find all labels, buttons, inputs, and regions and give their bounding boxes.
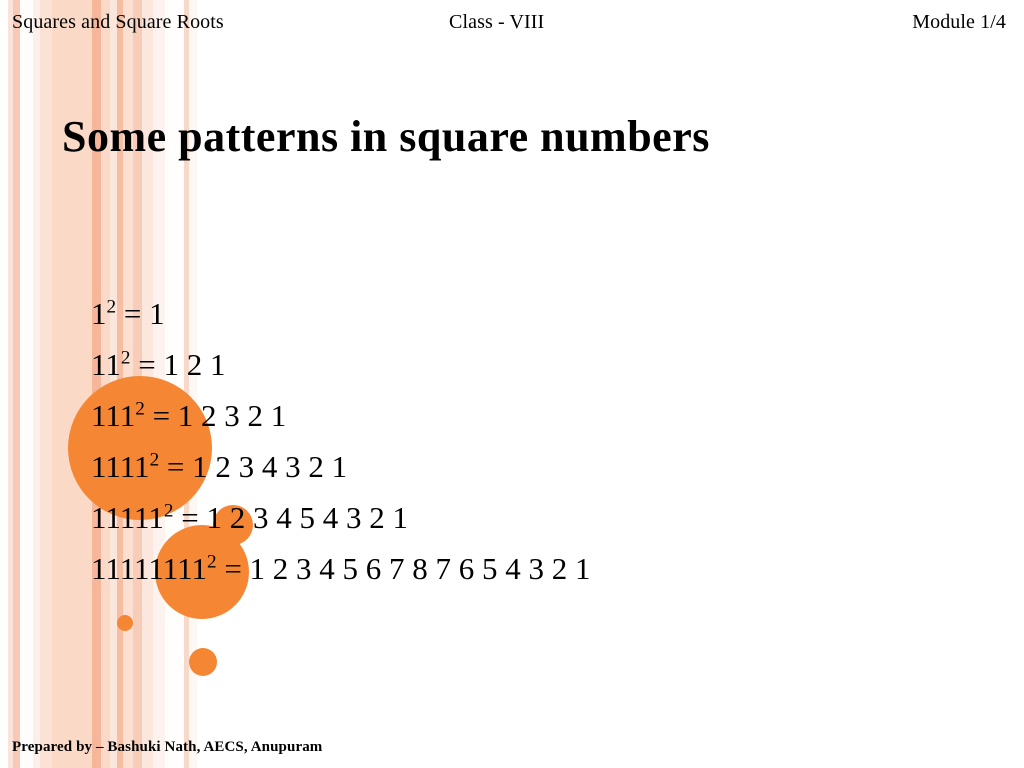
equation-line: 111112 = 1 2 3 4 5 4 3 2 1: [91, 492, 591, 543]
equation-line: 111111112 = 1 2 3 4 5 6 7 8 7 6 5 4 3 2 …: [91, 543, 591, 594]
equation-list: 12 = 1 112 = 1 2 1 1112 = 1 2 3 2 1 11112 =…: [91, 288, 591, 594]
equation-result: 1: [149, 296, 165, 331]
equation-result: 1 2 1: [163, 347, 226, 382]
header-module: Module 1/4: [912, 11, 1006, 33]
equation-base: 11111: [91, 500, 164, 535]
slide-footer-credit: Prepared by – Bashuki Nath, AECS, Anupur…: [12, 739, 323, 755]
slide-header: Squares and Square Roots Class - VIII Mo…: [0, 8, 1024, 38]
equation-equals-sign: =: [130, 347, 164, 382]
equation-line: 112 = 1 2 1: [91, 339, 591, 390]
equation-result: 1 2 3 2 1: [177, 398, 287, 433]
equation-equals-sign: =: [144, 398, 178, 433]
slide-title: Some patterns in square numbers: [62, 112, 710, 161]
slide-content: Squares and Square Roots Class - VIII Mo…: [0, 0, 1024, 768]
header-topic: Squares and Square Roots: [12, 11, 224, 33]
equation-base: 1111: [91, 449, 150, 484]
equation-base: 111: [91, 398, 136, 433]
equation-base: 11: [91, 347, 121, 382]
equation-equals-sign: =: [216, 551, 250, 586]
equation-result: 1 2 3 4 5 4 3 2 1: [206, 500, 409, 535]
equation-line: 12 = 1: [91, 288, 591, 339]
equation-exponent: 2: [149, 449, 160, 471]
equation-base: 11111111: [91, 551, 207, 586]
equation-equals-sign: =: [159, 449, 193, 484]
header-class: Class - VIII: [449, 11, 545, 33]
slide-canvas: Squares and Square Roots Class - VIII Mo…: [0, 0, 1024, 768]
equation-equals-sign: =: [116, 296, 150, 331]
equation-exponent: 2: [135, 398, 145, 420]
equation-exponent: 2: [163, 500, 174, 522]
equation-exponent: 2: [106, 296, 117, 318]
equation-line: 11112 = 1 2 3 4 3 2 1: [91, 441, 591, 492]
equation-exponent: 2: [206, 551, 217, 573]
equation-result: 1 2 3 4 5 6 7 8 7 6 5 4 3 2 1: [249, 551, 591, 586]
equation-equals-sign: =: [173, 500, 207, 535]
equation-line: 1112 = 1 2 3 2 1: [91, 390, 591, 441]
equation-base: 1: [91, 296, 107, 331]
equation-result: 1 2 3 4 3 2 1: [192, 449, 348, 484]
